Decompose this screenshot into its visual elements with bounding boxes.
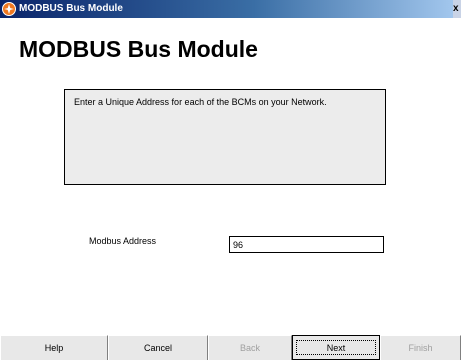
window-title: MODBUS Bus Module	[19, 3, 123, 14]
back-button[interactable]: Back	[208, 335, 292, 360]
next-button-label: Next	[296, 340, 376, 355]
close-button[interactable]: x	[453, 0, 461, 18]
back-button-label: Back	[239, 343, 260, 353]
instructions-panel: Enter a Unique Address for each of the B…	[64, 89, 386, 185]
help-button-label: Help	[44, 343, 64, 353]
finish-button[interactable]: Finish	[380, 335, 461, 360]
page-title: MODBUS Bus Module	[19, 36, 258, 62]
finish-button-label: Finish	[408, 343, 433, 353]
help-button[interactable]: Help	[0, 335, 108, 360]
instructions-text: Enter a Unique Address for each of the B…	[74, 97, 327, 107]
cancel-button-label: Cancel	[143, 343, 172, 353]
modbus-address-label: Modbus Address	[89, 236, 157, 246]
next-button[interactable]: Next	[292, 335, 380, 360]
app-compass-icon	[2, 2, 16, 16]
cancel-button[interactable]: Cancel	[108, 335, 208, 360]
title-bar[interactable]: MODBUS Bus Module x	[0, 0, 461, 18]
modbus-address-input[interactable]	[229, 236, 384, 253]
wizard-window: MODBUS Bus Module x MODBUS Bus Module En…	[0, 0, 461, 360]
